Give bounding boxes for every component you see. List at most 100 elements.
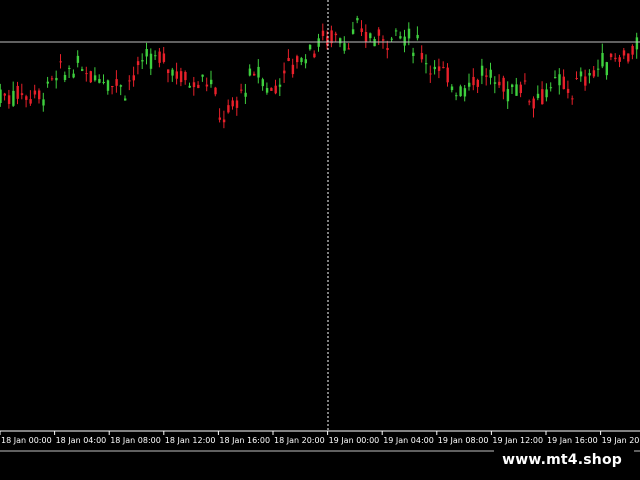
candle-bear xyxy=(330,30,333,44)
candle-bull xyxy=(356,18,359,21)
candle-bear xyxy=(136,61,140,66)
candle-bear xyxy=(218,117,221,120)
candle-bull xyxy=(390,38,393,40)
candle-bear xyxy=(253,73,256,76)
candle-bull xyxy=(42,99,45,106)
candle-bear xyxy=(420,52,424,60)
candle-bear xyxy=(592,70,596,77)
candle-bear xyxy=(364,31,368,43)
candle-bear xyxy=(115,79,118,86)
candle-bull xyxy=(46,81,49,84)
candle-bear xyxy=(270,88,273,91)
candle-bear xyxy=(296,56,299,63)
candle-bull xyxy=(343,43,346,51)
candle-bull xyxy=(124,98,127,101)
candle-bear xyxy=(562,76,565,90)
candle-bull xyxy=(98,78,101,83)
candle-bull xyxy=(12,90,15,106)
candle-bear xyxy=(158,51,161,63)
x-tick-label: 19 Jan 04:00 xyxy=(383,436,434,445)
price-chart[interactable]: 18 Jan 00:00 18 Jan 04:00 18 Jan 08:00 18 J… xyxy=(0,0,640,480)
candle-bear xyxy=(575,78,578,80)
candle-bull xyxy=(468,82,471,87)
candle-bear xyxy=(631,45,634,55)
candle-bear xyxy=(38,90,41,100)
candle-bull xyxy=(72,73,75,78)
candle-bull xyxy=(433,66,436,70)
candle-bull xyxy=(351,29,355,34)
chart-background xyxy=(0,0,640,480)
candle-bear xyxy=(571,98,574,100)
candle-bear xyxy=(442,67,445,69)
candle-bull xyxy=(244,92,247,97)
candle-bear xyxy=(184,71,187,81)
candle-bear xyxy=(179,71,183,83)
candle-bear xyxy=(614,57,617,60)
candle-bull xyxy=(463,88,467,97)
candle-bull xyxy=(248,68,252,76)
candle-bull xyxy=(300,58,303,62)
candle-bull xyxy=(450,86,454,91)
candle-bull xyxy=(257,66,260,78)
candle-bull xyxy=(0,89,2,103)
candle-bull xyxy=(145,48,148,57)
candle-bear xyxy=(541,89,544,105)
candle-bull xyxy=(493,82,497,84)
candle-bear xyxy=(446,67,449,83)
candle-bear xyxy=(485,75,488,77)
candle-bear xyxy=(128,80,131,82)
candle-bull xyxy=(154,55,157,57)
candle-bull xyxy=(511,84,514,88)
candle-bear xyxy=(33,90,37,95)
candle-bull xyxy=(119,85,123,87)
candle-bear xyxy=(566,88,570,93)
candle-bear xyxy=(429,73,432,75)
candle-bear xyxy=(50,78,54,80)
candle-bull xyxy=(515,84,518,96)
candle-bull xyxy=(412,52,415,57)
candle-bull xyxy=(407,28,411,39)
candle-bull xyxy=(339,38,342,44)
candle-bull xyxy=(455,95,458,97)
x-tick-label: 18 Jan 12:00 xyxy=(165,436,216,445)
candle-bull xyxy=(304,59,307,64)
candle-bear xyxy=(382,39,385,41)
candle-bull xyxy=(597,68,600,70)
candle-bull xyxy=(480,65,484,76)
candle-bear xyxy=(472,76,475,86)
candle-bear xyxy=(360,28,363,33)
candle-bear xyxy=(25,96,28,100)
candle-bull xyxy=(55,77,58,81)
candle-bear xyxy=(3,93,6,96)
candle-bear xyxy=(235,100,239,108)
candle-bear xyxy=(502,77,505,92)
candle-bear xyxy=(609,53,613,58)
candle-bear xyxy=(7,95,11,104)
candle-bear xyxy=(321,30,325,36)
candle-bull xyxy=(558,74,561,86)
x-tick-label: 18 Jan 04:00 xyxy=(56,436,107,445)
candle-bear xyxy=(89,71,92,83)
candle-bear xyxy=(175,71,178,79)
candle-bull xyxy=(261,79,264,87)
candle-bear xyxy=(85,73,88,75)
candle-bull xyxy=(308,44,312,50)
candle-bull xyxy=(68,67,71,69)
x-tick-label: 19 Jan 20:00 xyxy=(602,436,640,445)
candle-bear xyxy=(347,48,350,50)
candle-bear xyxy=(291,64,295,75)
candle-bear xyxy=(584,76,587,86)
candle-bear xyxy=(377,29,381,36)
candle-bear xyxy=(519,84,522,94)
candle-bull xyxy=(554,77,557,79)
candle-bear xyxy=(132,75,135,81)
candle-bear xyxy=(240,89,243,91)
x-tick-label: 18 Jan 20:00 xyxy=(274,436,325,445)
candle-bull xyxy=(188,85,191,88)
candle-bull xyxy=(141,60,144,62)
candle-bull xyxy=(93,75,97,81)
candle-bull xyxy=(403,36,406,46)
candle-bull xyxy=(536,93,540,99)
x-tick-label: 18 Jan 00:00 xyxy=(1,436,52,445)
candle-bear xyxy=(523,80,527,82)
